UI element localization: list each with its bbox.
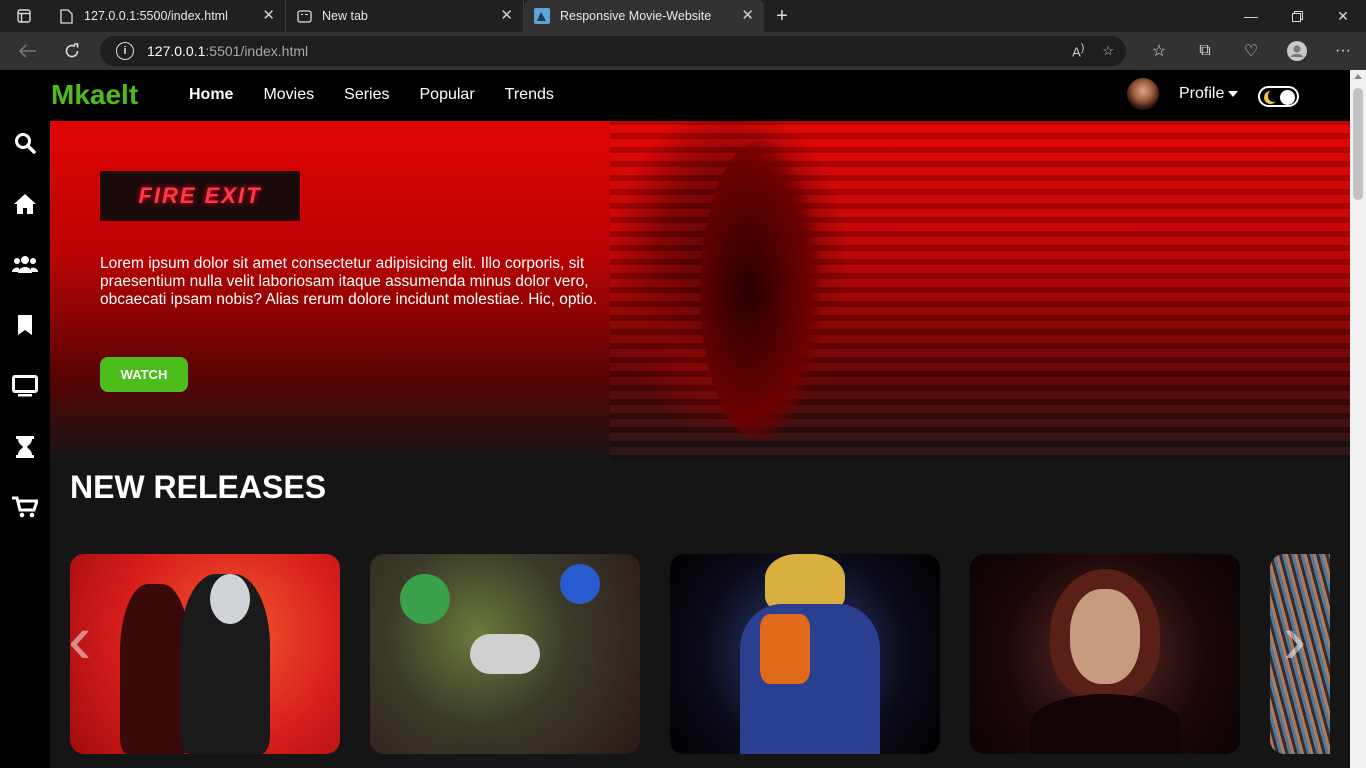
url-path: :5501/index.html bbox=[205, 43, 309, 59]
refresh-icon[interactable] bbox=[55, 36, 89, 66]
users-icon[interactable] bbox=[12, 251, 38, 277]
newtab-icon bbox=[296, 8, 312, 24]
close-tab-icon[interactable]: ✕ bbox=[741, 8, 754, 24]
hero-description: Lorem ipsum dolor sit amet consectetur a… bbox=[100, 255, 598, 308]
profile-menu[interactable]: Profile bbox=[1127, 78, 1239, 110]
hourglass-icon[interactable] bbox=[12, 434, 38, 460]
hero-background-shape bbox=[700, 141, 820, 441]
chevron-left-icon[interactable]: ‹ bbox=[68, 604, 91, 674]
home-icon[interactable] bbox=[12, 191, 38, 217]
favorites-icon[interactable]: ☆ bbox=[1136, 36, 1182, 66]
tab-title: 127.0.0.1:5500/index.html bbox=[84, 9, 228, 23]
movie-card[interactable] bbox=[970, 554, 1240, 754]
nav-home[interactable]: Home bbox=[189, 86, 233, 104]
close-tab-icon[interactable]: ✕ bbox=[500, 8, 513, 24]
health-icon[interactable]: ♡ bbox=[1228, 36, 1274, 66]
chevron-right-icon[interactable]: › bbox=[1283, 604, 1306, 674]
poster-figure bbox=[760, 614, 810, 684]
more-menu-icon[interactable]: ··· bbox=[1320, 36, 1366, 66]
poster-figure bbox=[560, 564, 600, 604]
hero-title-text: FIRE EXIT bbox=[138, 183, 262, 208]
poster-figure bbox=[400, 574, 450, 624]
bookmark-icon[interactable] bbox=[12, 312, 38, 338]
moon-icon bbox=[1264, 89, 1279, 104]
site-header: Mkaelt Home Movies Series Popular Trends… bbox=[0, 70, 1350, 121]
toolbar-buttons: ☆ ⧉ ♡ ··· bbox=[1136, 36, 1366, 66]
scroll-up-icon[interactable] bbox=[1354, 74, 1362, 79]
page-icon bbox=[58, 8, 74, 24]
website-viewport: Mkaelt Home Movies Series Popular Trends… bbox=[0, 70, 1350, 768]
minimize-icon[interactable]: — bbox=[1228, 0, 1274, 32]
poster-figure bbox=[1070, 589, 1140, 684]
site-logo[interactable]: Mkaelt bbox=[51, 79, 138, 111]
tab-new-tab[interactable]: New tab ✕ bbox=[286, 0, 524, 32]
hero-title-image: FIRE EXIT bbox=[100, 171, 300, 221]
tab-movie-website[interactable]: Responsive Movie-Website ✕ bbox=[524, 0, 764, 32]
site-info-icon[interactable]: i bbox=[116, 42, 134, 60]
main-nav: Home Movies Series Popular Trends bbox=[189, 86, 554, 104]
movie-card[interactable] bbox=[370, 554, 640, 754]
url-host: 127.0.0.1 bbox=[147, 43, 206, 59]
back-icon[interactable] bbox=[11, 36, 45, 66]
site-favicon bbox=[534, 8, 550, 24]
nav-movies[interactable]: Movies bbox=[263, 86, 314, 104]
close-window-icon[interactable]: ✕ bbox=[1320, 0, 1366, 32]
cart-icon[interactable] bbox=[12, 494, 38, 520]
collections-icon[interactable]: ⧉ bbox=[1182, 36, 1228, 66]
nav-trends[interactable]: Trends bbox=[505, 86, 554, 104]
poster-figure bbox=[1030, 694, 1180, 754]
nav-series[interactable]: Series bbox=[344, 86, 389, 104]
tab-actions-icon[interactable] bbox=[0, 0, 48, 32]
restore-icon[interactable] bbox=[1274, 0, 1320, 32]
section-title: NEW RELEASES bbox=[70, 469, 327, 505]
chevron-down-icon[interactable] bbox=[1228, 91, 1239, 97]
page-scrollbar[interactable] bbox=[1350, 70, 1366, 768]
tv-icon[interactable] bbox=[12, 373, 38, 399]
watch-button[interactable]: WATCH bbox=[100, 357, 188, 392]
browser-tab-bar: 127.0.0.1:5500/index.html ✕ New tab ✕ Re… bbox=[0, 0, 1366, 32]
sidebar bbox=[0, 121, 50, 768]
poster-figure bbox=[210, 574, 250, 624]
search-icon[interactable] bbox=[12, 130, 38, 156]
movie-card[interactable] bbox=[670, 554, 940, 754]
tab-title: Responsive Movie-Website bbox=[560, 9, 712, 23]
profile-account-icon[interactable] bbox=[1274, 36, 1320, 66]
window-controls: — ✕ bbox=[1228, 0, 1366, 32]
add-favorite-icon[interactable]: ☆ bbox=[1102, 43, 1114, 59]
close-tab-icon[interactable]: ✕ bbox=[262, 8, 275, 24]
browser-toolbar: i 127.0.0.1:5501/index.html A) ☆ ☆ ⧉ ♡ ·… bbox=[0, 32, 1366, 70]
theme-toggle[interactable] bbox=[1258, 86, 1299, 107]
read-aloud-icon[interactable]: A) bbox=[1072, 42, 1084, 59]
poster-figure bbox=[470, 634, 540, 674]
hero-banner: FIRE EXIT Lorem ipsum dolor sit amet con… bbox=[50, 121, 1350, 461]
new-tab-button[interactable]: + bbox=[764, 0, 800, 32]
scrollbar-thumb[interactable] bbox=[1353, 88, 1363, 200]
address-bar[interactable]: i 127.0.0.1:5501/index.html A) ☆ bbox=[100, 36, 1126, 66]
tab-title: New tab bbox=[322, 9, 368, 23]
tab-local-index[interactable]: 127.0.0.1:5500/index.html ✕ bbox=[48, 0, 286, 32]
profile-label[interactable]: Profile bbox=[1179, 85, 1224, 103]
avatar[interactable] bbox=[1127, 78, 1159, 110]
nav-popular[interactable]: Popular bbox=[420, 86, 475, 104]
toggle-knob bbox=[1280, 89, 1295, 105]
movie-card[interactable] bbox=[70, 554, 340, 754]
